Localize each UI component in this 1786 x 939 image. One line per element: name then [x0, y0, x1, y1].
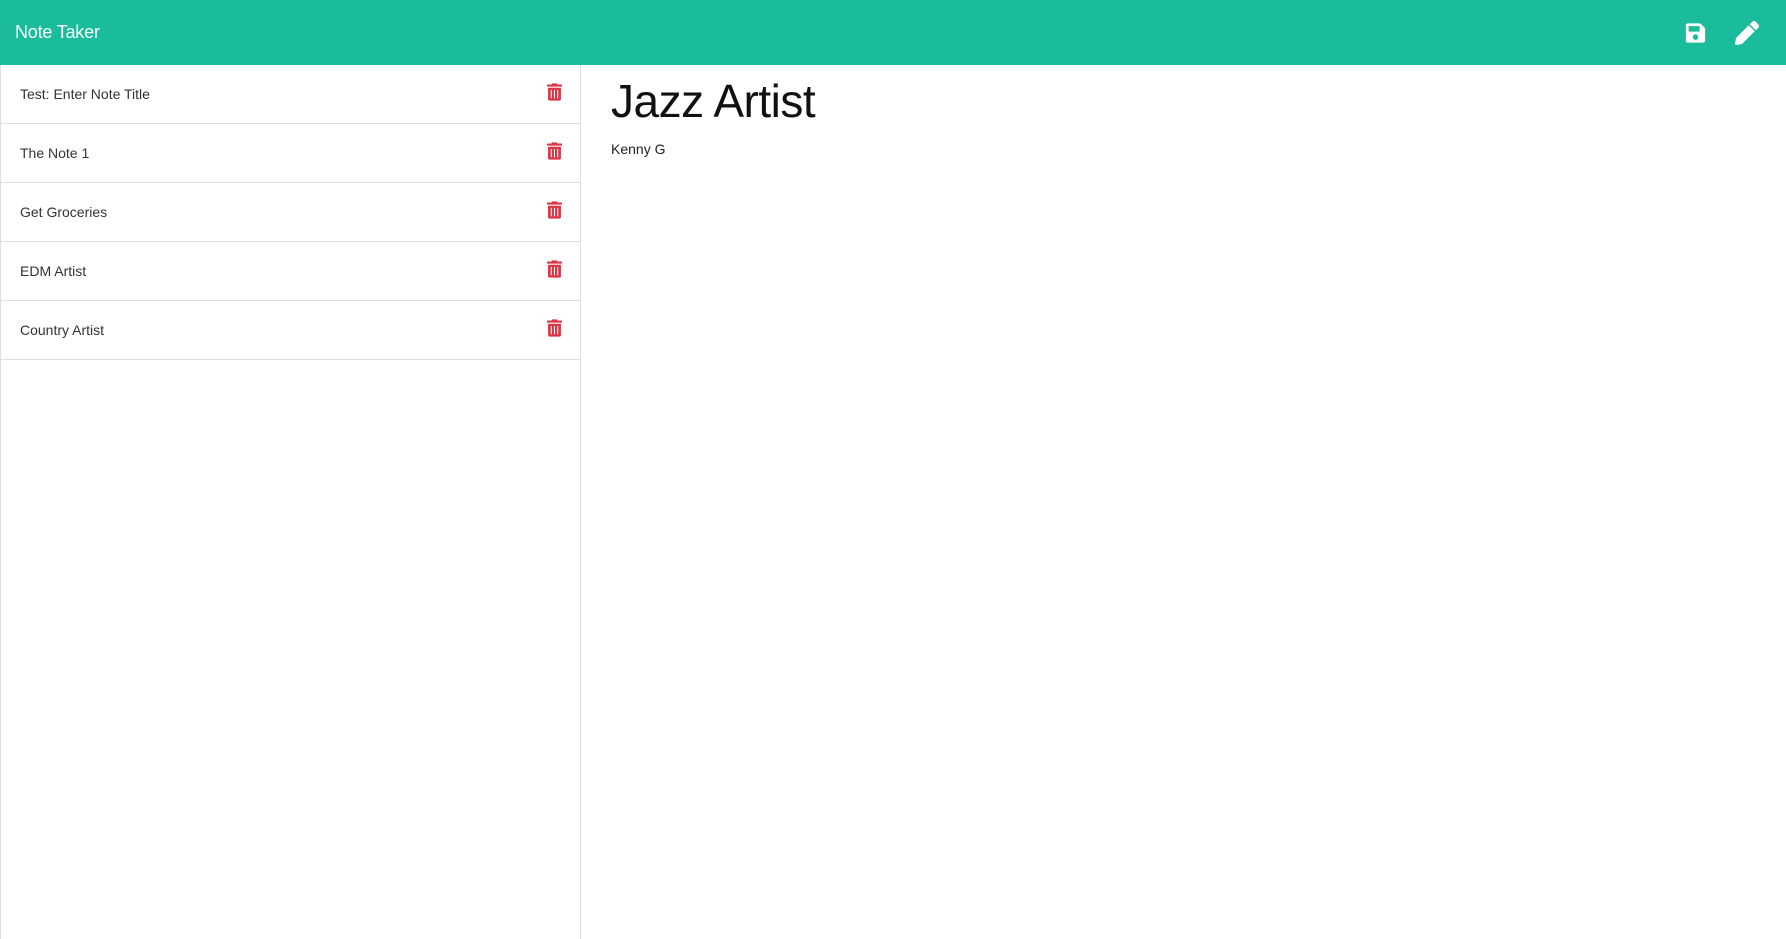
note-list-item-title[interactable]: The Note 1 — [20, 145, 89, 161]
trash-icon — [546, 260, 562, 278]
toolbar — [1683, 20, 1771, 45]
delete-note-icon[interactable] — [545, 82, 563, 102]
note-list: Test: Enter Note Title The Note 1 Get Gr… — [0, 65, 581, 939]
note-editor: Jazz Artist Kenny G — [581, 65, 1786, 939]
note-list-item-title[interactable]: Test: Enter Note Title — [20, 86, 150, 102]
trash-icon — [546, 142, 562, 160]
note-list-item-title[interactable]: EDM Artist — [20, 263, 86, 279]
delete-note-icon[interactable] — [545, 141, 563, 161]
note-list-item[interactable]: The Note 1 — [1, 124, 580, 183]
note-list-item[interactable]: EDM Artist — [1, 242, 580, 301]
delete-note-icon[interactable] — [545, 259, 563, 279]
delete-note-icon[interactable] — [545, 318, 563, 338]
navbar: Note Taker — [0, 0, 1786, 65]
note-title-field[interactable]: Jazz Artist — [611, 76, 1756, 127]
note-list-item[interactable]: Test: Enter Note Title — [1, 65, 580, 124]
floppy-disk-icon — [1685, 22, 1705, 43]
save-note-icon[interactable] — [1683, 21, 1707, 45]
trash-icon — [546, 83, 562, 101]
note-list-item[interactable]: Get Groceries — [1, 183, 580, 242]
note-text-field[interactable]: Kenny G — [611, 141, 1756, 157]
pencil-icon — [1735, 20, 1759, 45]
trash-icon — [546, 201, 562, 219]
note-list-item-title[interactable]: Country Artist — [20, 322, 104, 338]
trash-icon — [546, 319, 562, 337]
app-title[interactable]: Note Taker — [15, 22, 100, 43]
new-note-icon[interactable] — [1735, 20, 1759, 45]
note-list-item-title[interactable]: Get Groceries — [20, 204, 107, 220]
note-list-item[interactable]: Country Artist — [1, 301, 580, 360]
delete-note-icon[interactable] — [545, 200, 563, 220]
